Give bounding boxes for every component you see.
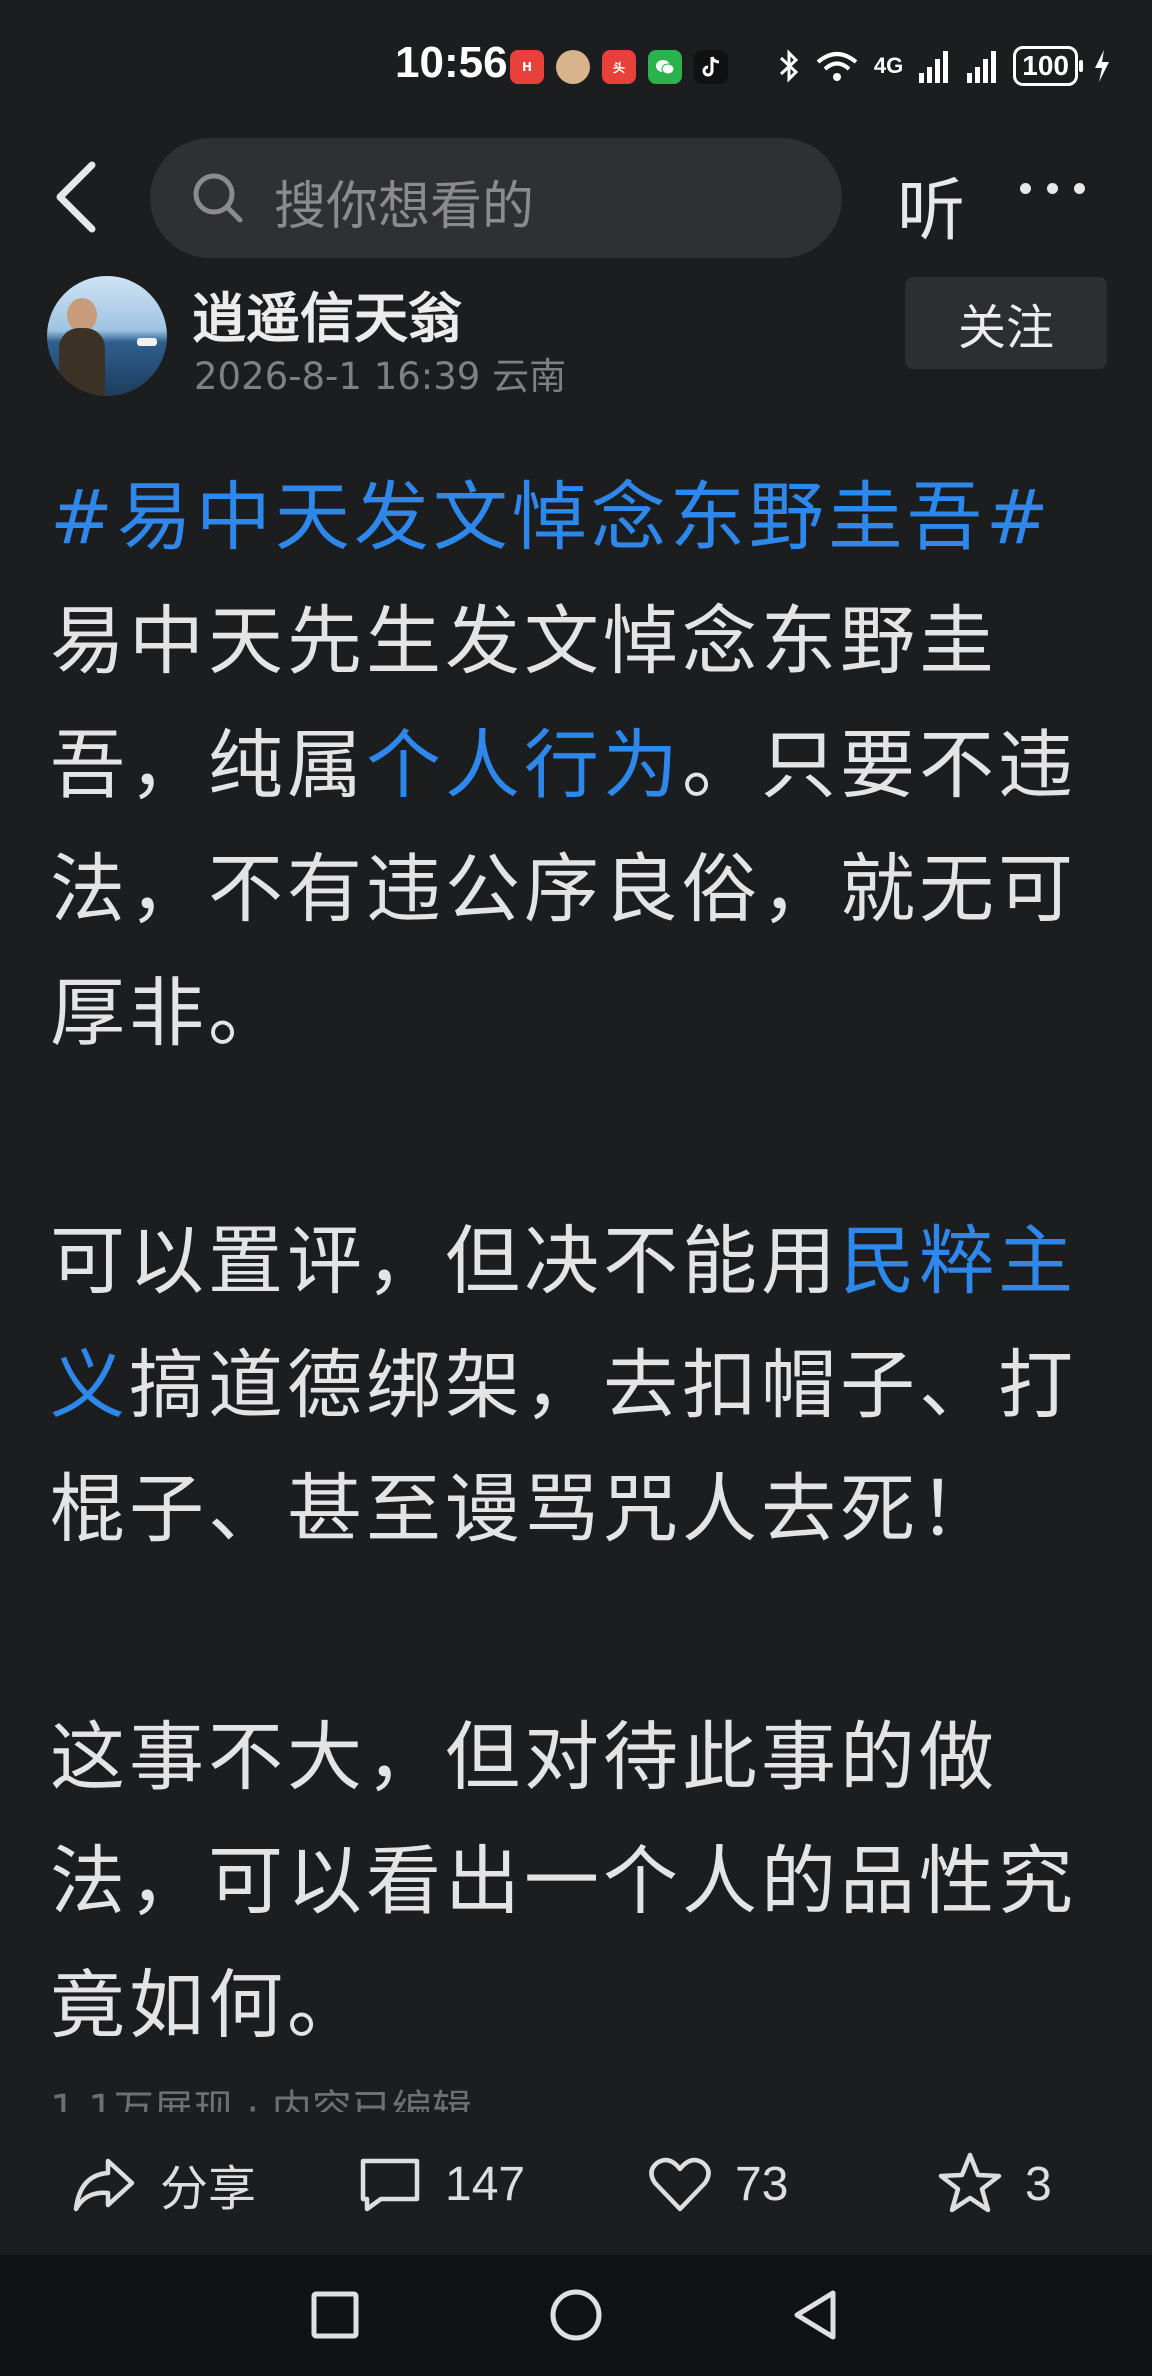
post-line: 义搞道德绑架，去扣帽子、打 <box>50 1323 1110 1447</box>
post-meta: 2026-8-1 16:39 云南 <box>194 346 566 400</box>
charging-icon <box>1095 50 1109 82</box>
status-bar: 10:56 H 头 4G 100 <box>0 0 1152 135</box>
heart-icon <box>649 2157 711 2212</box>
star-icon <box>938 2152 1002 2213</box>
favorite-count: 3 <box>1025 2157 1052 2211</box>
post-line: 厚非。 <box>50 969 288 1057</box>
share-icon <box>73 2158 135 2212</box>
system-navigation-bar <box>0 2255 1152 2376</box>
share-button[interactable]: 分享 <box>70 2149 256 2219</box>
back-button[interactable] <box>48 157 108 237</box>
more-button[interactable] <box>1020 183 1085 194</box>
post-line: 这事不大，但对待此事的做 <box>50 1713 999 1801</box>
post-text: 。只要不违 <box>682 721 1078 809</box>
post-date: 2026-8-1 16:39 <box>194 355 481 398</box>
share-label: 分享 <box>160 2163 257 2216</box>
wechat-app-icon <box>648 50 682 84</box>
toutiao-app-icon: 头 <box>602 50 636 84</box>
tiktok-app-icon <box>694 50 728 84</box>
home-button[interactable] <box>546 2285 606 2345</box>
system-status-icons: 4G 100 <box>778 46 1112 86</box>
post-content: #易中天发文悼念东野圭吾# 易中天先生发文悼念东野圭 吾，纯属个人行为。只要不违… <box>50 455 1110 2067</box>
author-name[interactable]: 逍遥信天翁 <box>192 274 462 353</box>
search-icon <box>193 173 243 223</box>
battery-indicator: 100 <box>1013 46 1083 86</box>
huawei-app-icon: H <box>510 50 544 84</box>
like-count: 73 <box>735 2157 789 2211</box>
post-line: 棍子、甚至谩骂咒人去死！ <box>50 1465 999 1553</box>
comment-count: 147 <box>445 2157 526 2211</box>
post-line: 竟如何。 <box>50 1961 367 2049</box>
more-dot-icon <box>1074 183 1085 194</box>
avatar-app-icon <box>556 50 590 84</box>
like-button[interactable]: 73 <box>645 2149 788 2219</box>
post-line: 法，不有违公序良俗，就无可 <box>50 845 1078 933</box>
keyword-link[interactable]: 义 <box>50 1341 129 1429</box>
recent-apps-button[interactable] <box>305 2285 365 2345</box>
post-line: 吾，纯属个人行为。只要不违 <box>50 703 1110 827</box>
more-dot-icon <box>1020 183 1031 194</box>
listen-button[interactable]: 听 <box>897 155 965 254</box>
keyword-link[interactable]: 民粹主 <box>840 1217 1077 1305</box>
avatar-face <box>67 298 97 332</box>
comment-icon <box>360 2158 420 2212</box>
comment-button[interactable]: 147 <box>355 2149 525 2219</box>
post-line: 易中天先生发文悼念东野圭 <box>50 597 999 685</box>
post-text: 吾，纯属 <box>50 721 367 809</box>
hashtag-link[interactable]: #易中天发文悼念东野圭吾# <box>50 473 1053 561</box>
square-icon <box>311 2291 359 2339</box>
signal-icon-1 <box>919 51 949 83</box>
search-placeholder: 搜你想看的 <box>274 177 535 237</box>
bluetooth-icon <box>779 49 799 83</box>
view-count-meta: 1.1万展现 · 内容已编辑 <box>50 2087 472 2112</box>
wifi-icon <box>816 52 858 81</box>
post-line: 可以置评，但决不能用民粹主 <box>50 1199 1110 1323</box>
keyword-link[interactable]: 个人行为 <box>366 721 682 809</box>
top-nav-bar: 搜你想看的 听 <box>0 135 1152 260</box>
author-row: 逍遥信天翁 2026-8-1 16:39 云南 关注 <box>0 270 1152 400</box>
status-time: 10:56 <box>395 38 508 87</box>
system-back-button[interactable] <box>785 2285 845 2345</box>
post-location: 云南 <box>492 355 567 398</box>
more-dot-icon <box>1047 183 1058 194</box>
notification-icons: H 头 <box>510 50 728 84</box>
network-type: 4G <box>873 53 904 78</box>
follow-button[interactable]: 关注 <box>905 277 1107 369</box>
favorite-button[interactable]: 3 <box>935 2149 1052 2219</box>
avatar-boat <box>137 338 157 346</box>
triangle-back-icon <box>794 2290 836 2340</box>
circle-icon <box>550 2289 602 2341</box>
post-text: 搞道德绑架，去扣帽子、打 <box>129 1341 1078 1429</box>
author-avatar[interactable] <box>47 276 167 396</box>
post-text: 可以置评，但决不能用 <box>50 1217 841 1305</box>
post-line: 法，可以看出一个人的品性究 <box>50 1837 1078 1925</box>
avatar-person <box>59 328 105 396</box>
search-input[interactable]: 搜你想看的 <box>150 138 842 258</box>
action-bar: 分享 147 73 3 <box>0 2125 1152 2255</box>
chevron-left-icon <box>56 161 96 233</box>
signal-icon-2 <box>967 51 997 83</box>
